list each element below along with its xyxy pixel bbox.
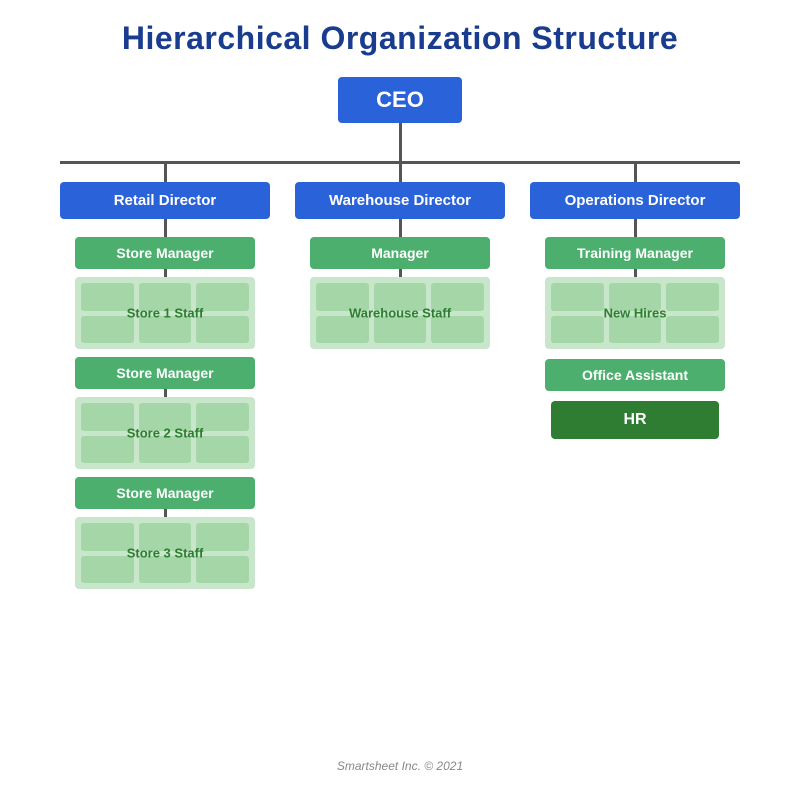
warehouse-vline-top xyxy=(399,164,402,182)
staff-cell xyxy=(139,523,192,551)
staff-cell xyxy=(139,436,192,464)
staff-cell xyxy=(196,403,249,431)
node-ops-director: Operations Director xyxy=(530,182,740,219)
ops-training-manager: Training Manager xyxy=(545,237,726,269)
ops-vline-1 xyxy=(634,219,637,237)
staff-cell xyxy=(81,436,134,464)
staff-cell xyxy=(374,316,427,344)
warehouse-staff-box: Warehouse Staff xyxy=(310,277,491,349)
node-retail-director: Retail Director xyxy=(60,182,270,219)
staff-cell xyxy=(609,283,662,311)
staff-cell xyxy=(374,283,427,311)
page: Hierarchical Organization Structure CEO … xyxy=(0,0,800,787)
ops-vline-top xyxy=(634,164,637,182)
staff-cell xyxy=(81,316,134,344)
staff-cell xyxy=(431,316,484,344)
staff-cell xyxy=(316,316,369,344)
staff-cell xyxy=(316,283,369,311)
staff-cell xyxy=(609,316,662,344)
retail-manager-1: Store Manager xyxy=(75,237,256,269)
node-hr: HR xyxy=(551,401,719,439)
staff-cell xyxy=(196,316,249,344)
retail-store2-group: Store Manager Store 2 Staff xyxy=(60,357,270,469)
ops-training-group: Training Manager New Hires xyxy=(530,237,740,349)
store1-staff-box: Store 1 Staff xyxy=(75,277,256,349)
staff-cell xyxy=(666,283,719,311)
node-office-assistant: Office Assistant xyxy=(545,359,726,391)
staff-cell xyxy=(431,283,484,311)
staff-cell xyxy=(196,436,249,464)
director-row: Retail Director Store Manager xyxy=(60,164,740,589)
retail-store3-group: Store Manager Store 3 Staff xyxy=(60,477,270,589)
page-title: Hierarchical Organization Structure xyxy=(30,20,770,57)
staff-cell xyxy=(81,403,134,431)
staff-cell xyxy=(81,556,134,584)
staff-cell xyxy=(139,283,192,311)
node-ceo: CEO xyxy=(338,77,462,123)
staff-cell xyxy=(139,316,192,344)
staff-cell xyxy=(666,316,719,344)
staff-cell xyxy=(196,556,249,584)
org-chart: CEO Retail Director Store Manager xyxy=(30,77,770,589)
staff-cell xyxy=(81,283,134,311)
store2-staff-box: Store 2 Staff xyxy=(75,397,256,469)
warehouse-manager: Manager xyxy=(310,237,491,269)
newhires-staff-box: New Hires xyxy=(545,277,726,349)
staff-cell xyxy=(139,403,192,431)
store3-staff-box: Store 3 Staff xyxy=(75,517,256,589)
footer-text: Smartsheet Inc. © 2021 xyxy=(337,759,463,773)
retail-vline-top xyxy=(164,164,167,182)
retail-vline-1 xyxy=(164,219,167,237)
warehouse-vline-1 xyxy=(399,219,402,237)
staff-cell xyxy=(196,523,249,551)
staff-cell xyxy=(139,556,192,584)
retail-store1-group: Store Manager Store 1 Staff xyxy=(60,237,270,349)
ops-director-col: Operations Director Training Manager xyxy=(530,164,740,589)
retail-manager-3: Store Manager xyxy=(75,477,256,509)
staff-cell xyxy=(551,283,604,311)
retail-manager-2: Store Manager xyxy=(75,357,256,389)
staff-cell xyxy=(81,523,134,551)
retail-director-col: Retail Director Store Manager xyxy=(60,164,270,589)
staff-cell xyxy=(196,283,249,311)
warehouse-director-col: Warehouse Director Manager xyxy=(295,164,505,589)
ceo-vline xyxy=(399,123,402,161)
warehouse-group: Manager Warehouse Staff xyxy=(295,237,505,349)
staff-cell xyxy=(551,316,604,344)
node-warehouse-director: Warehouse Director xyxy=(295,182,505,219)
